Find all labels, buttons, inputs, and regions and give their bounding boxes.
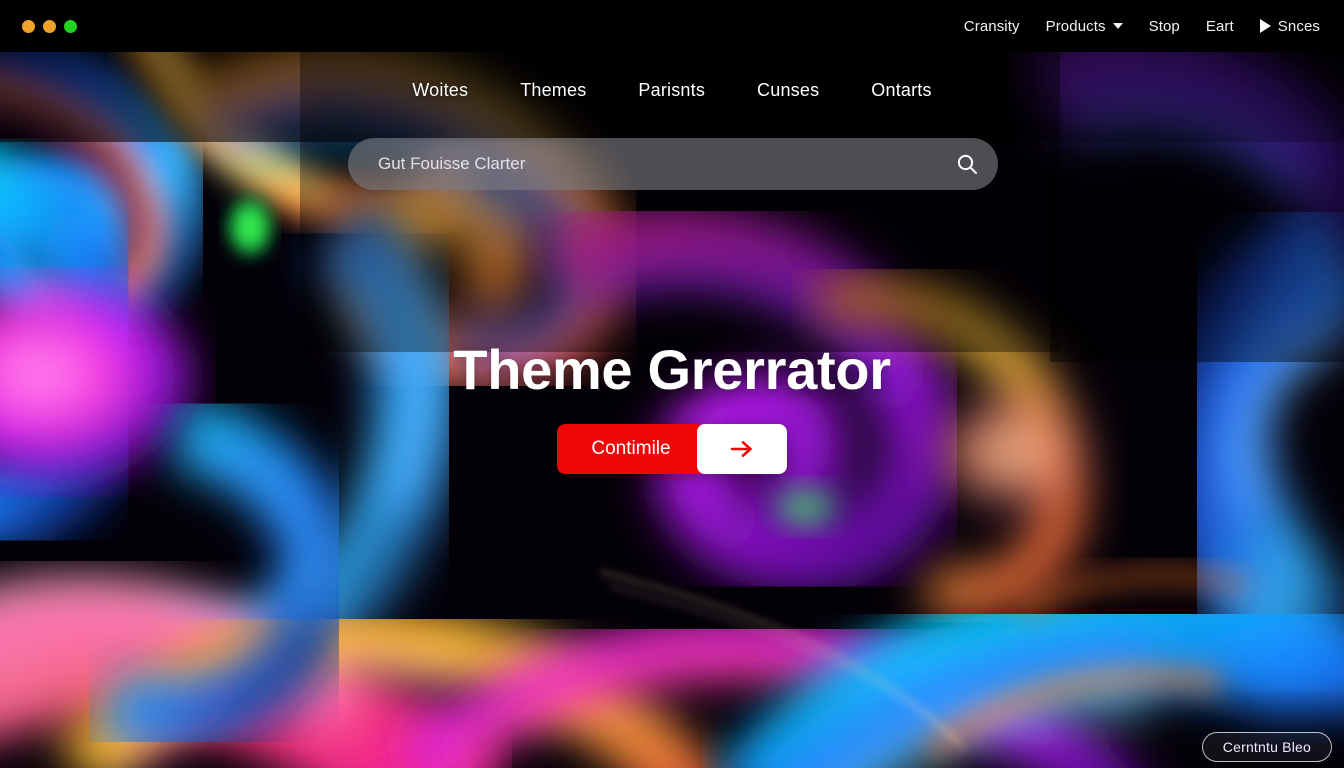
search-icon	[957, 154, 977, 174]
minimize-window-button[interactable]	[43, 19, 56, 33]
status-badge[interactable]: Cerntntu Bleo	[1201, 732, 1332, 762]
cta-button-group: Contimile	[557, 424, 787, 475]
top-nav-label-stop: Stop	[1148, 17, 1180, 35]
top-nav-label-snces: Snces	[1277, 17, 1320, 35]
sub-nav-item-parisnts[interactable]: Parisnts	[638, 80, 705, 101]
search-bar	[348, 138, 998, 190]
top-nav-label-products: Products	[1045, 17, 1106, 35]
top-nav-item-cransity[interactable]: Cransity	[964, 18, 1020, 35]
chevron-down-icon	[1112, 23, 1123, 29]
play-icon	[1259, 19, 1271, 33]
window-titlebar: Cransity Products Stop Eart Snces	[0, 0, 1344, 52]
sub-nav-item-woites[interactable]: Woites	[412, 80, 468, 101]
next-arrow-button[interactable]	[696, 424, 787, 475]
top-nav-item-stop[interactable]: Stop	[1149, 18, 1180, 35]
top-nav-item-products[interactable]: Products	[1046, 18, 1123, 35]
top-nav-item-eart[interactable]: Eart	[1206, 18, 1234, 35]
search-submit-button[interactable]	[936, 138, 998, 190]
top-navigation: Cransity Products Stop Eart Snces	[964, 0, 1320, 52]
window-controls	[22, 19, 77, 33]
top-nav-item-snces[interactable]: Snces	[1259, 17, 1320, 35]
page-title: Theme Grerrator	[453, 338, 891, 401]
app-window: Cransity Products Stop Eart Snces Woites…	[0, 0, 1344, 768]
continue-button[interactable]: Contimile	[557, 424, 705, 475]
status-badge-label: Cerntntu Bleo	[1222, 739, 1311, 755]
search-input[interactable]	[348, 138, 936, 190]
hero-section: Theme Grerrator Contimile	[0, 338, 1344, 475]
top-nav-label-eart: Eart	[1205, 17, 1234, 35]
sub-nav-item-cunses[interactable]: Cunses	[757, 80, 819, 101]
sub-nav-item-themes[interactable]: Themes	[520, 80, 586, 101]
close-window-button[interactable]	[22, 19, 35, 33]
secondary-navigation: Woites Themes Parisnts Cunses Ontarts	[0, 72, 1344, 108]
arrow-right-icon	[730, 441, 752, 458]
sub-nav-item-ontarts[interactable]: Ontarts	[871, 80, 931, 101]
maximize-window-button[interactable]	[64, 19, 77, 33]
top-nav-label-cransity: Cransity	[963, 17, 1020, 35]
